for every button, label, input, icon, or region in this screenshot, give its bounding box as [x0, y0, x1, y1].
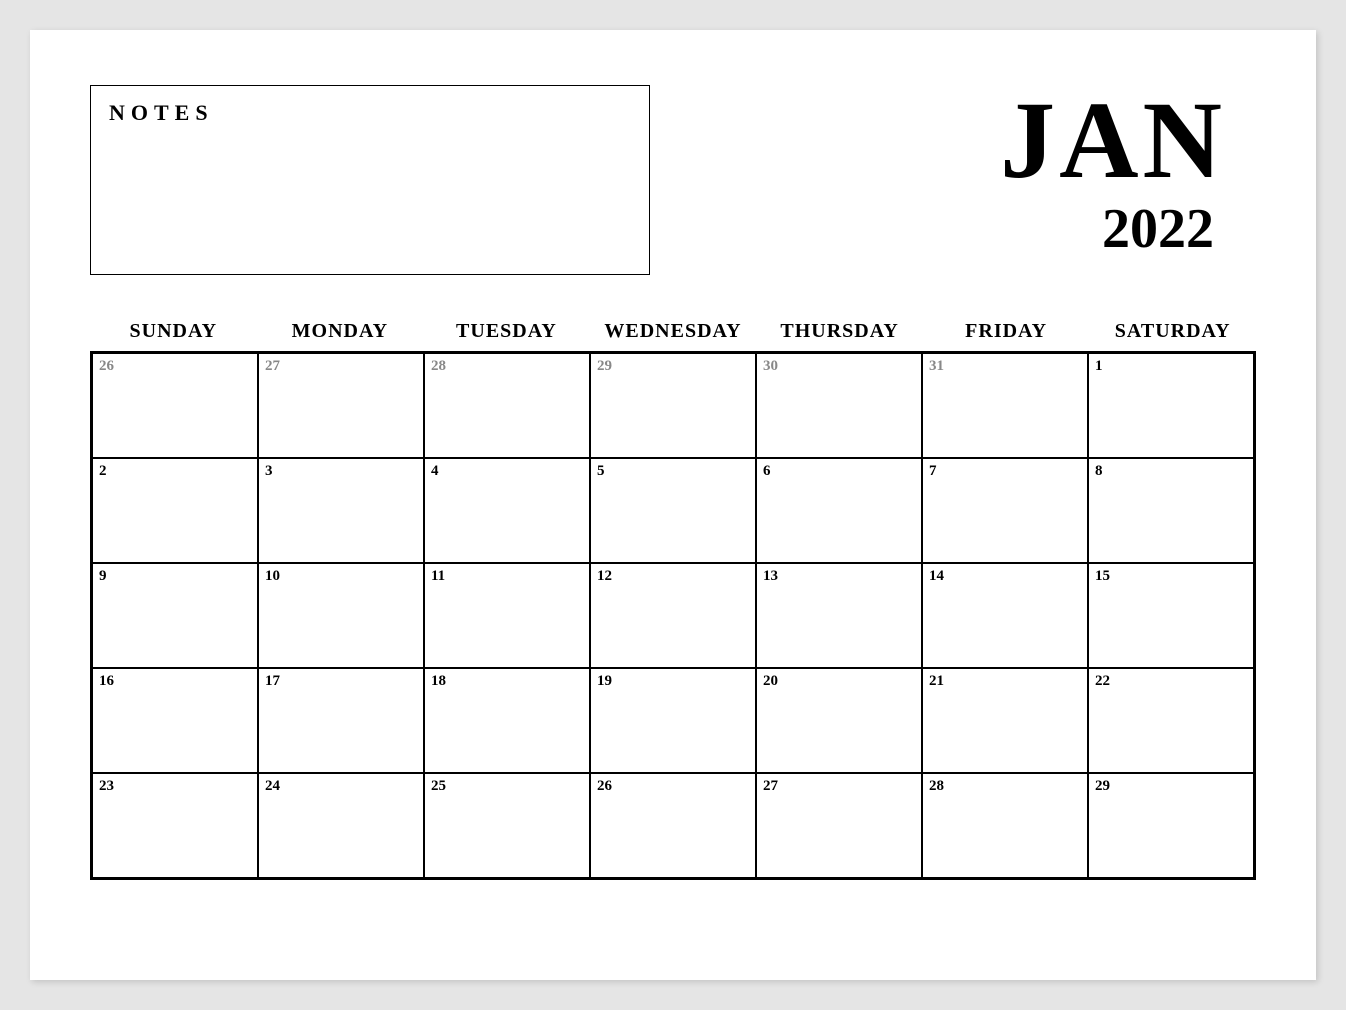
- day-number: 11: [431, 568, 583, 585]
- day-cell[interactable]: 29: [590, 353, 756, 458]
- day-cell[interactable]: 12: [590, 563, 756, 668]
- weekday-header: THURSDAY: [756, 320, 923, 343]
- day-number: 5: [597, 463, 749, 480]
- day-cell[interactable]: 5: [590, 458, 756, 563]
- day-cell[interactable]: 9: [92, 563, 258, 668]
- day-number: 31: [929, 358, 1081, 375]
- day-number: 9: [99, 568, 251, 585]
- calendar-grid: 2627282930311234567891011121314151617181…: [90, 351, 1256, 880]
- day-number: 10: [265, 568, 417, 585]
- day-cell[interactable]: 14: [922, 563, 1088, 668]
- day-cell[interactable]: 1: [1088, 353, 1254, 458]
- day-number: 21: [929, 673, 1081, 690]
- day-number: 27: [265, 358, 417, 375]
- day-number: 14: [929, 568, 1081, 585]
- day-cell[interactable]: 22: [1088, 668, 1254, 773]
- day-number: 16: [99, 673, 251, 690]
- day-cell[interactable]: 25: [424, 773, 590, 878]
- day-cell[interactable]: 27: [258, 353, 424, 458]
- day-cell[interactable]: 13: [756, 563, 922, 668]
- day-cell[interactable]: 27: [756, 773, 922, 878]
- notes-label: NOTES: [109, 100, 631, 126]
- header-row: NOTES JAN 2022: [90, 85, 1256, 275]
- day-number: 7: [929, 463, 1081, 480]
- day-cell[interactable]: 15: [1088, 563, 1254, 668]
- day-number: 18: [431, 673, 583, 690]
- day-number: 24: [265, 778, 417, 795]
- day-cell[interactable]: 11: [424, 563, 590, 668]
- calendar-page: NOTES JAN 2022 SUNDAY MONDAY TUESDAY WED…: [30, 30, 1316, 980]
- year-title: 2022: [1000, 201, 1226, 257]
- day-number: 22: [1095, 673, 1247, 690]
- day-number: 29: [597, 358, 749, 375]
- day-number: 4: [431, 463, 583, 480]
- day-cell[interactable]: 3: [258, 458, 424, 563]
- weekday-header: SATURDAY: [1089, 320, 1256, 343]
- day-cell[interactable]: 24: [258, 773, 424, 878]
- day-cell[interactable]: 26: [92, 353, 258, 458]
- calendar: SUNDAY MONDAY TUESDAY WEDNESDAY THURSDAY…: [90, 320, 1256, 880]
- day-cell[interactable]: 30: [756, 353, 922, 458]
- day-cell[interactable]: 18: [424, 668, 590, 773]
- day-cell[interactable]: 6: [756, 458, 922, 563]
- day-cell[interactable]: 17: [258, 668, 424, 773]
- day-number: 12: [597, 568, 749, 585]
- day-cell[interactable]: 21: [922, 668, 1088, 773]
- day-number: 23: [99, 778, 251, 795]
- day-number: 6: [763, 463, 915, 480]
- day-number: 26: [99, 358, 251, 375]
- day-cell[interactable]: 7: [922, 458, 1088, 563]
- day-number: 1: [1095, 358, 1247, 375]
- weekday-row: SUNDAY MONDAY TUESDAY WEDNESDAY THURSDAY…: [90, 320, 1256, 343]
- day-cell[interactable]: 10: [258, 563, 424, 668]
- day-cell[interactable]: 4: [424, 458, 590, 563]
- day-number: 3: [265, 463, 417, 480]
- weekday-header: TUESDAY: [423, 320, 590, 343]
- day-cell[interactable]: 8: [1088, 458, 1254, 563]
- weekday-header: SUNDAY: [90, 320, 257, 343]
- day-cell[interactable]: 28: [424, 353, 590, 458]
- day-cell[interactable]: 29: [1088, 773, 1254, 878]
- day-number: 20: [763, 673, 915, 690]
- day-cell[interactable]: 20: [756, 668, 922, 773]
- day-cell[interactable]: 23: [92, 773, 258, 878]
- day-number: 8: [1095, 463, 1247, 480]
- weekday-header: WEDNESDAY: [590, 320, 757, 343]
- day-number: 19: [597, 673, 749, 690]
- day-cell[interactable]: 19: [590, 668, 756, 773]
- day-cell[interactable]: 31: [922, 353, 1088, 458]
- day-number: 29: [1095, 778, 1247, 795]
- day-cell[interactable]: 28: [922, 773, 1088, 878]
- day-number: 15: [1095, 568, 1247, 585]
- day-number: 28: [929, 778, 1081, 795]
- day-number: 26: [597, 778, 749, 795]
- weekday-header: FRIDAY: [923, 320, 1090, 343]
- day-number: 30: [763, 358, 915, 375]
- day-cell[interactable]: 2: [92, 458, 258, 563]
- day-number: 13: [763, 568, 915, 585]
- day-cell[interactable]: 26: [590, 773, 756, 878]
- day-number: 28: [431, 358, 583, 375]
- month-title: JAN: [1000, 85, 1226, 195]
- day-number: 17: [265, 673, 417, 690]
- day-number: 25: [431, 778, 583, 795]
- weekday-header: MONDAY: [257, 320, 424, 343]
- day-number: 2: [99, 463, 251, 480]
- title-block: JAN 2022: [1000, 85, 1256, 257]
- day-number: 27: [763, 778, 915, 795]
- notes-box[interactable]: NOTES: [90, 85, 650, 275]
- day-cell[interactable]: 16: [92, 668, 258, 773]
